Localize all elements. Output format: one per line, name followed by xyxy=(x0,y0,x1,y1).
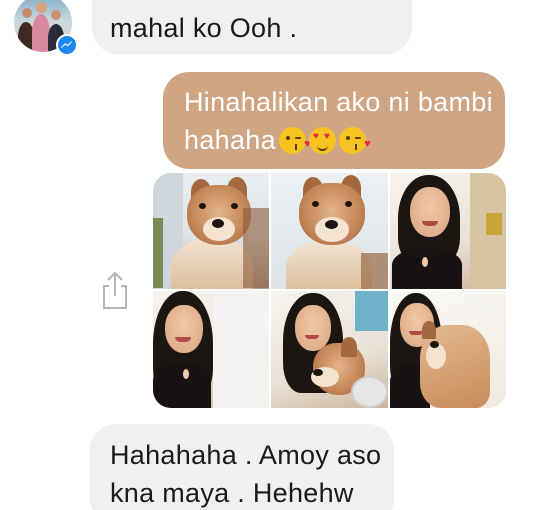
share-icon[interactable] xyxy=(100,270,130,310)
avatar-face xyxy=(36,2,47,13)
sender-avatar[interactable] xyxy=(14,0,78,56)
photo-thumbnail[interactable] xyxy=(390,173,506,289)
kissing-face-icon: ♥ xyxy=(278,126,311,154)
photo-thumbnail[interactable] xyxy=(153,173,269,289)
photo-thumbnail[interactable] xyxy=(271,291,388,408)
chat-screen: mahal ko Ooh . Hinahalikan ako ni bambi … xyxy=(0,0,540,510)
avatar-face xyxy=(22,8,32,18)
message-text: Hinahalikan ako ni bambi xyxy=(184,87,493,117)
messenger-icon xyxy=(56,34,78,56)
photo-attachment-grid[interactable] xyxy=(153,173,506,408)
avatar-face xyxy=(51,10,61,20)
outgoing-message-bubble[interactable]: Hinahalikan ako ni bambi hahaha ♥ ♥ ♥ ♥ xyxy=(163,72,505,169)
message-text: Hahahaha . Amoy aso xyxy=(110,440,382,470)
message-text: kna maya . Hehehw xyxy=(110,478,354,508)
message-text-line: hahaha ♥ ♥ ♥ ♥ xyxy=(184,122,371,158)
incoming-message-bubble[interactable]: mahal ko Ooh . xyxy=(92,0,412,54)
photo-thumbnail[interactable] xyxy=(271,173,388,289)
message-text: mahal ko Ooh . xyxy=(110,13,298,43)
incoming-message-bubble[interactable]: Hahahaha . Amoy aso kna maya . Hehehw xyxy=(90,424,394,510)
message-text: hahaha xyxy=(184,125,276,155)
photo-thumbnail[interactable] xyxy=(153,291,269,408)
kissing-face-icon: ♥ xyxy=(338,126,371,154)
heart-eyes-icon: ♥ ♥ xyxy=(308,126,336,154)
photo-thumbnail[interactable] xyxy=(390,291,506,408)
